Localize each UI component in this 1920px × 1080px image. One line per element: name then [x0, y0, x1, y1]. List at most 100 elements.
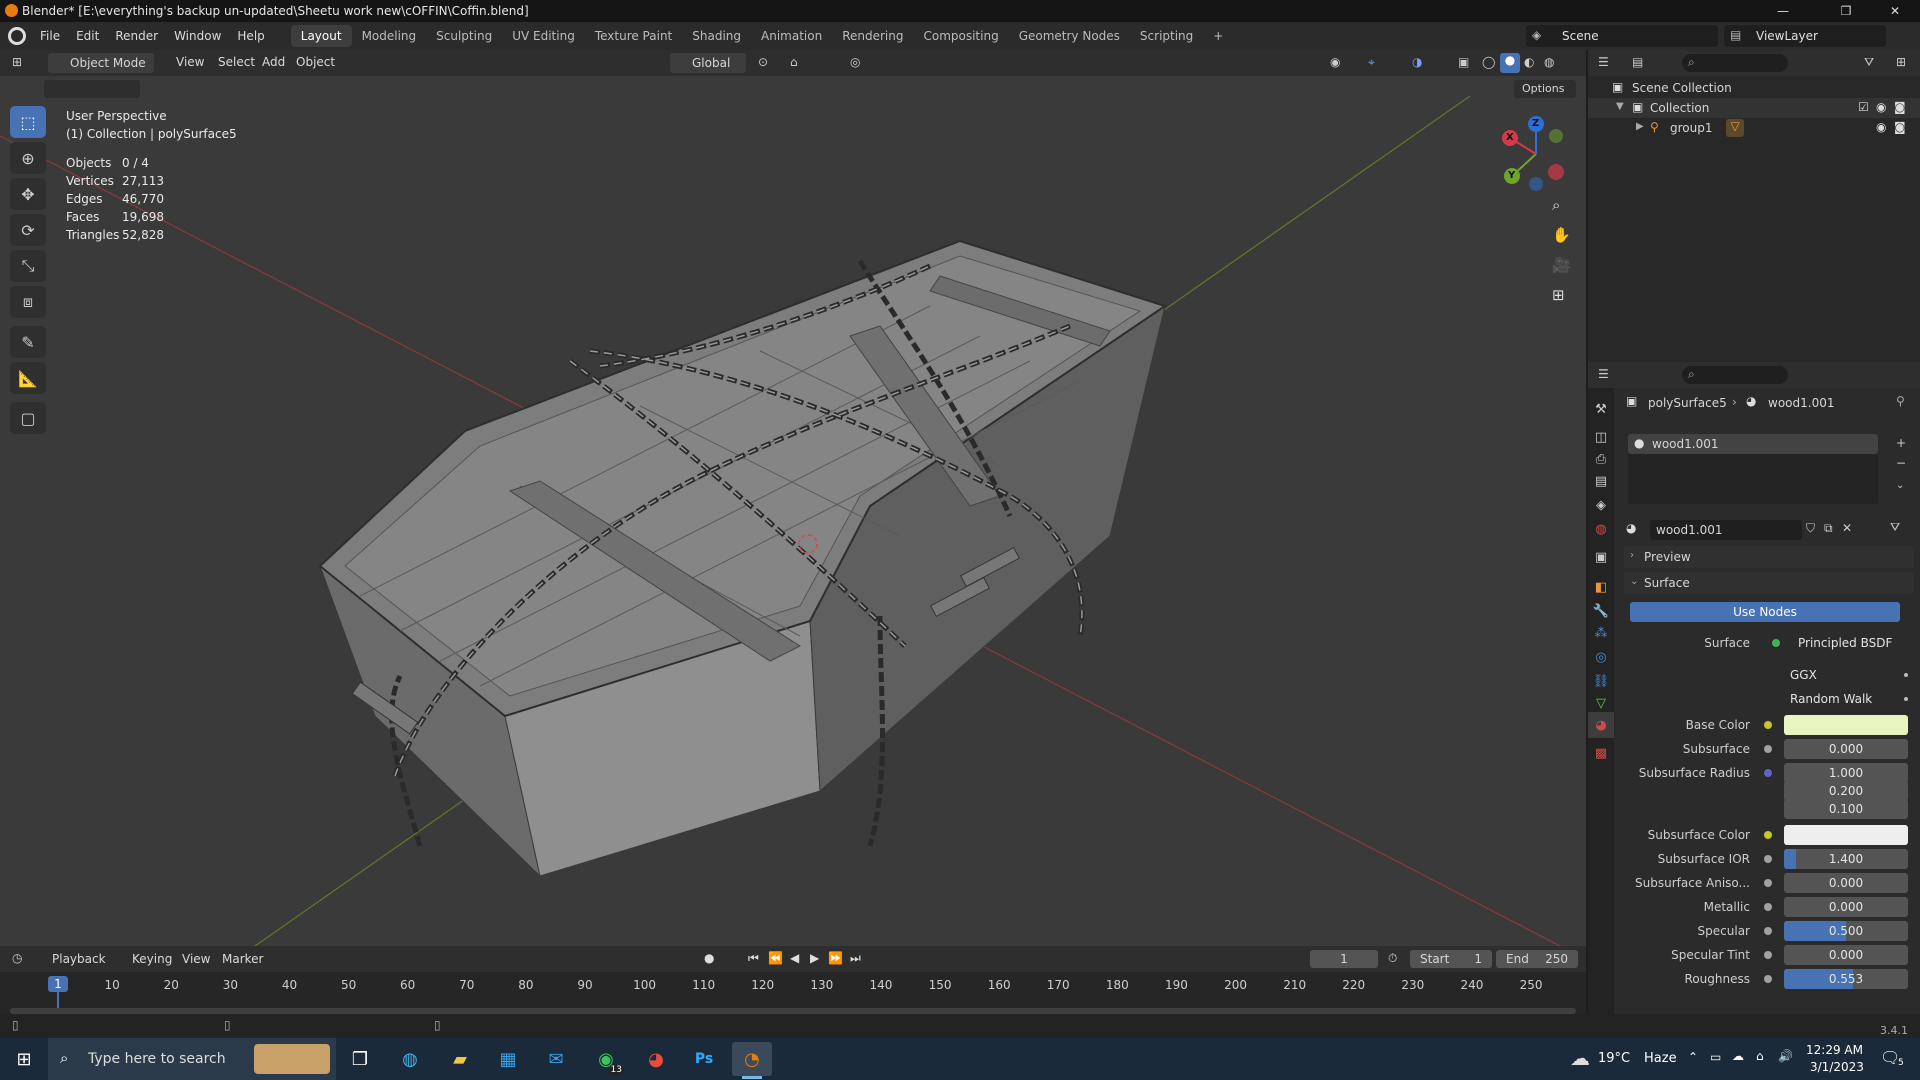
prev-keyframe-icon[interactable]: ⏪	[768, 951, 783, 965]
zoom-icon[interactable]: ⌕	[1552, 196, 1560, 214]
photoshop-icon[interactable]: Ps	[684, 1042, 724, 1076]
gizmo-toggle-icon[interactable]: ⌖	[1368, 55, 1375, 70]
keyframe-dot[interactable]	[1904, 673, 1908, 677]
new-collection-icon[interactable]: ⊞	[1896, 55, 1906, 69]
timeline-menu-keying[interactable]: Keying	[124, 946, 180, 972]
view-layer-tab-icon[interactable]: ▤	[1588, 468, 1614, 494]
remove-slot-icon[interactable]: −	[1896, 456, 1906, 470]
viewport-menu-object[interactable]: Object	[288, 49, 343, 75]
snap-icon[interactable]: ⌂	[790, 55, 798, 69]
input-socket-icon[interactable]	[1764, 831, 1772, 839]
surface-panel-header[interactable]: ⌄ Surface	[1624, 572, 1914, 594]
visibility-icon[interactable]: ◉	[1330, 55, 1340, 69]
volume-icon[interactable]: 🔊	[1778, 1049, 1793, 1063]
particles-tab-icon[interactable]: ⁂	[1588, 620, 1614, 646]
object-mode-dropdown[interactable]: Object Mode	[48, 53, 154, 73]
microsoft-store-icon[interactable]: ▦	[488, 1042, 528, 1076]
tab-texture-paint[interactable]: Texture Paint	[585, 25, 682, 47]
texture-tab-icon[interactable]: ▩	[1588, 740, 1614, 766]
display-mode-icon[interactable]: ▤	[1632, 55, 1643, 69]
proportional-edit-icon[interactable]: ◎	[850, 55, 860, 69]
outliner-type-icon[interactable]: ☰	[1598, 55, 1609, 69]
value-slider[interactable]: 0.000	[1784, 897, 1908, 917]
task-view-icon[interactable]: ❐	[340, 1042, 380, 1076]
unlink-material-icon[interactable]: ✕	[1842, 521, 1852, 535]
add-workspace-button[interactable]: +	[1203, 25, 1233, 47]
fake-user-icon[interactable]: ⛉	[1806, 521, 1815, 536]
material-selector[interactable]: ◕ wood1.001 ⛉ ⧉ ✕	[1626, 520, 1886, 540]
blender-taskbar-icon[interactable]: ◔	[732, 1042, 772, 1076]
close-button[interactable]: ✕	[1870, 0, 1920, 22]
tray-chevron-icon[interactable]: ⌃	[1688, 1050, 1698, 1064]
clock-date[interactable]: 3/1/2023	[1810, 1060, 1864, 1074]
object-tab-icon[interactable]: ◧	[1588, 574, 1614, 600]
expand-arrow-icon[interactable]: ▶	[1636, 121, 1644, 132]
overlay-toggle-icon[interactable]: ◑	[1412, 55, 1422, 69]
viewport-menu-view[interactable]: View	[168, 49, 212, 75]
timeline-menu-marker[interactable]: Marker	[214, 946, 271, 972]
distribution-dropdown[interactable]: GGX	[1784, 665, 1908, 685]
editor-type-icon[interactable]: ⊞	[12, 55, 22, 69]
move-tool[interactable]: ✥	[10, 178, 46, 210]
tool-tab-icon[interactable]: ⚒	[1588, 396, 1614, 422]
timeline-menu-playback[interactable]: Playback	[44, 946, 114, 972]
value-slider[interactable]: 0.500	[1784, 921, 1908, 941]
add-slot-icon[interactable]: +	[1896, 436, 1906, 450]
value-slider[interactable]: 0.553	[1784, 969, 1908, 989]
value-slider[interactable]: 0.000	[1784, 945, 1908, 965]
tab-layout[interactable]: Layout	[290, 25, 352, 47]
perspective-toggle-icon[interactable]: ⊞	[1552, 286, 1565, 304]
checkbox-icon[interactable]: ☑	[1858, 100, 1869, 114]
current-frame-field[interactable]: 1	[1310, 950, 1378, 968]
input-socket-icon[interactable]	[1764, 721, 1772, 729]
collection-tab-icon[interactable]: ▣	[1588, 544, 1614, 570]
link-mode-icon[interactable]: ⛛	[1890, 520, 1900, 535]
tab-animation[interactable]: Animation	[751, 25, 832, 47]
file-explorer-icon[interactable]: ▰	[440, 1042, 480, 1076]
mail-icon[interactable]: ✉	[536, 1042, 576, 1076]
scene-selector[interactable]: ◈ Scene	[1526, 25, 1718, 47]
outliner-row-scene-collection[interactable]: ▣ Scene Collection	[1588, 78, 1920, 98]
surface-shader-field[interactable]: Principled BSDF	[1784, 633, 1908, 653]
tab-geometry-nodes[interactable]: Geometry Nodes	[1009, 25, 1130, 47]
3d-viewport[interactable]: ⬚ ⊕ ✥ ⟳ ⤡ ⧈ ✎ 📐 ▢ User Perspective (1) C…	[0, 76, 1586, 946]
input-socket-icon[interactable]	[1764, 927, 1772, 935]
whatsapp-icon[interactable]: ◉ 13	[586, 1042, 626, 1076]
select-box-tool[interactable]: ⬚	[10, 106, 46, 138]
camera-icon[interactable]: ◙	[1894, 100, 1906, 114]
tab-rendering[interactable]: Rendering	[832, 25, 913, 47]
timeline-menu-view[interactable]: View	[174, 946, 218, 972]
rendered-shading-icon[interactable]: ◍	[1544, 55, 1554, 69]
maximize-button[interactable]: ❐	[1826, 0, 1866, 22]
view-layer-selector[interactable]: ▤ ViewLayer	[1724, 25, 1886, 47]
menu-help[interactable]: Help	[229, 22, 272, 50]
material-tab-icon[interactable]: ◕	[1588, 712, 1614, 738]
input-socket-icon[interactable]	[1764, 745, 1772, 753]
edge-browser-icon[interactable]: ◍	[390, 1042, 430, 1076]
menu-render[interactable]: Render	[107, 22, 166, 50]
keyframe-dot[interactable]	[1904, 697, 1908, 701]
auto-keying-icon[interactable]: ●	[704, 951, 714, 965]
tab-shading[interactable]: Shading	[682, 25, 751, 47]
world-tab-icon[interactable]: ◍	[1588, 516, 1614, 542]
subsurface-method-dropdown[interactable]: Random Walk	[1784, 689, 1908, 709]
value-slider[interactable]: 0.000	[1784, 873, 1908, 893]
preview-panel-header[interactable]: › Preview	[1624, 546, 1914, 568]
color-swatch[interactable]	[1784, 715, 1908, 735]
scale-tool[interactable]: ⤡	[10, 250, 46, 282]
tray-app-icon[interactable]: ▭	[1710, 1050, 1721, 1064]
windows-start-icon[interactable]: ⊞	[4, 1042, 44, 1076]
scene-tab-icon[interactable]: ◈	[1588, 492, 1614, 518]
value-slider[interactable]: 0.100	[1784, 799, 1908, 819]
jump-end-icon[interactable]: ⏭	[850, 951, 861, 966]
value-slider[interactable]: 0.000	[1784, 739, 1908, 759]
cursor-tool[interactable]: ⊕	[10, 142, 46, 174]
tab-modeling[interactable]: Modeling	[352, 25, 427, 47]
outliner-row-group1[interactable]: ▶ ⚲ group1 ▽ ◉ ◙	[1588, 118, 1920, 138]
rotate-tool[interactable]: ⟳	[10, 214, 46, 246]
physics-tab-icon[interactable]: ◎	[1588, 644, 1614, 670]
color-swatch[interactable]	[1784, 825, 1908, 845]
pin-icon[interactable]: ⚲	[1896, 394, 1905, 408]
annotate-tool[interactable]: ✎	[10, 326, 46, 358]
wireframe-shading-icon[interactable]: ◯	[1482, 55, 1495, 69]
